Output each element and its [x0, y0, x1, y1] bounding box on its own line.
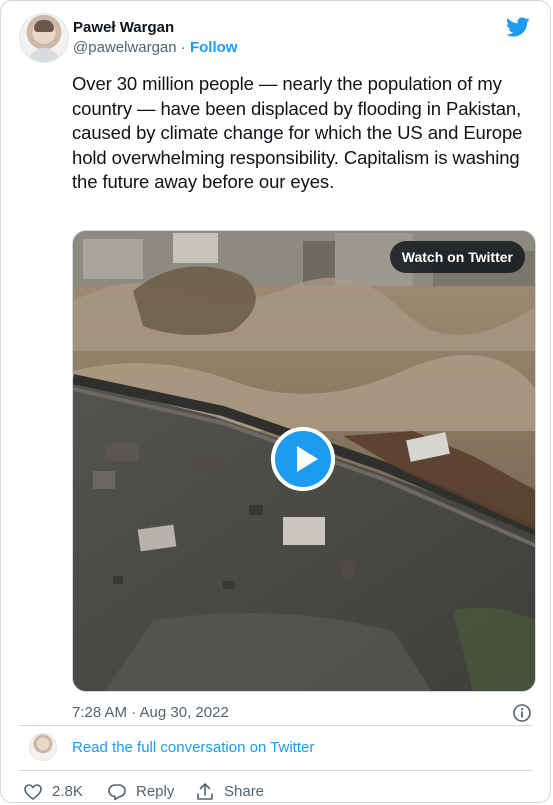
- share-label: Share: [224, 783, 265, 800]
- play-button[interactable]: [271, 427, 335, 491]
- divider: [19, 725, 532, 726]
- like-count: 2.8K: [52, 783, 83, 800]
- reply-label: Reply: [136, 783, 175, 800]
- twitter-bird-icon[interactable]: [506, 15, 530, 39]
- follow-link[interactable]: Follow: [190, 39, 238, 56]
- tweet-card: Paweł Wargan @pawelwargan · Follow Over …: [0, 0, 551, 803]
- reply-bubble-icon: [108, 784, 126, 801]
- author-display-name[interactable]: Paweł Wargan: [73, 18, 237, 38]
- tweet-actions: 2.8K Reply Share: [23, 781, 532, 803]
- handle-separator: ·: [180, 39, 186, 56]
- author-handle[interactable]: @pawelwargan: [73, 39, 177, 56]
- info-icon[interactable]: [512, 703, 532, 723]
- tweet-meta: 7:28 AM · Aug 30, 2022: [72, 703, 532, 723]
- tweet-video[interactable]: Watch on Twitter: [72, 230, 536, 692]
- tweet-header: Paweł Wargan @pawelwargan · Follow: [19, 13, 538, 63]
- conversation-row[interactable]: Read the full conversation on Twitter: [19, 732, 532, 762]
- read-conversation-link[interactable]: Read the full conversation on Twitter: [72, 738, 314, 758]
- tweet-text: Over 30 million people — nearly the popu…: [72, 73, 523, 192]
- author-avatar-small: [29, 733, 57, 761]
- author-handle-line: @pawelwargan · Follow: [73, 38, 237, 58]
- share-icon: [197, 783, 213, 800]
- play-icon: [297, 446, 318, 472]
- watch-on-twitter-button[interactable]: Watch on Twitter: [389, 241, 525, 273]
- author-info: Paweł Wargan @pawelwargan · Follow: [73, 18, 237, 58]
- author-avatar[interactable]: [19, 13, 69, 63]
- heart-icon: [24, 784, 42, 800]
- tweet-timestamp[interactable]: 7:28 AM · Aug 30, 2022: [72, 704, 229, 721]
- divider: [19, 770, 532, 771]
